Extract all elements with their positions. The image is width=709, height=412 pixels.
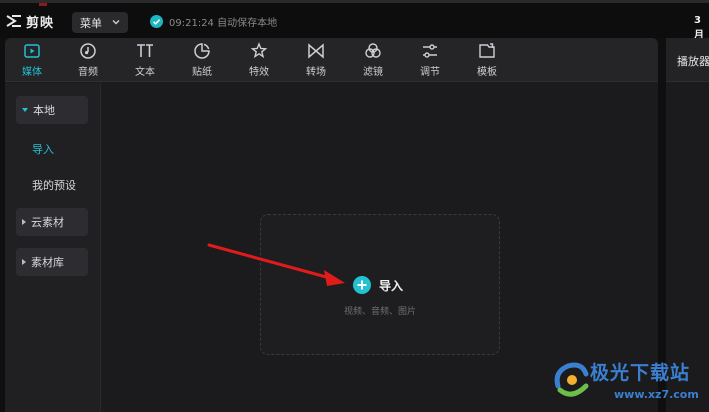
tab-adjust[interactable]: 调节 [410, 42, 450, 80]
tab-filter[interactable]: 滤镜 [353, 42, 393, 80]
title-bar: 剪映 菜单 09:21:24 自动保存本地 3月 [0, 0, 709, 41]
effects-icon [250, 42, 268, 59]
import-hint: 视频、音频、图片 [343, 307, 416, 317]
import-dropzone[interactable]: 导入 视频、音频、图片 [260, 214, 500, 355]
sidebar-item-import[interactable]: 导入 [32, 141, 54, 157]
sidebar-item-label: 素材库 [31, 256, 64, 269]
sidebar-item-cloud[interactable]: 云素材 [16, 208, 88, 236]
tab-transition[interactable]: 转场 [296, 42, 336, 80]
tab-effects[interactable]: 特效 [239, 42, 279, 80]
tab-label: 调节 [420, 67, 440, 78]
app-name: 剪映 [26, 15, 55, 31]
check-circle-icon [150, 15, 163, 28]
menu-button-label: 菜单 [80, 16, 102, 30]
audio-icon [80, 43, 96, 59]
plus-circle-icon [353, 276, 371, 294]
tab-label: 模板 [477, 67, 497, 78]
media-icon [24, 44, 40, 58]
tab-label: 媒体 [22, 67, 42, 78]
import-label: 导入 [379, 278, 404, 293]
asset-toolbar: 媒体 音频 文本 贴纸 特效 转场 滤镜 调节 模板 [5, 38, 658, 82]
caret-right-icon [22, 219, 26, 225]
tab-template[interactable]: 模板 [467, 42, 507, 80]
caret-down-icon [22, 108, 28, 112]
import-button[interactable]: 导入 [353, 276, 403, 294]
watermark-logo-icon [554, 362, 589, 397]
transition-icon [308, 43, 324, 59]
sticker-icon [194, 43, 210, 59]
sidebar-item-label: 本地 [33, 104, 55, 117]
sidebar-item-local[interactable]: 本地 [16, 96, 88, 124]
player-header: 播放器 [666, 38, 709, 82]
media-sidebar: 本地 导入 我的预设 云素材 素材库 [5, 83, 101, 412]
sidebar-item-my-presets[interactable]: 我的预设 [32, 177, 76, 193]
tab-label: 转场 [306, 67, 326, 78]
watermark: 极光下载站 www.xz7.com [552, 354, 708, 410]
template-icon [479, 43, 495, 58]
sidebar-item-library[interactable]: 素材库 [16, 248, 88, 276]
watermark-text: 极光下载站 [590, 362, 691, 384]
app-logo: 剪映 [6, 11, 54, 31]
tab-label: 文本 [135, 67, 155, 78]
tab-label: 特效 [249, 67, 269, 78]
tab-media[interactable]: 媒体 [12, 42, 52, 80]
capcut-logo-icon [6, 15, 21, 27]
tab-label: 音频 [78, 67, 98, 78]
sidebar-item-label: 云素材 [31, 216, 64, 229]
app-window: 剪映 菜单 09:21:24 自动保存本地 3月 媒体 音频 文本 贴纸 特效 … [0, 0, 709, 412]
player-title: 播放器 [677, 55, 709, 68]
caret-right-icon [22, 259, 26, 265]
tab-audio[interactable]: 音频 [68, 42, 108, 80]
tab-label: 贴纸 [192, 67, 212, 78]
tab-label: 滤镜 [363, 67, 383, 78]
tab-sticker[interactable]: 贴纸 [182, 42, 222, 80]
text-icon [137, 44, 153, 57]
chevron-down-icon [112, 20, 120, 25]
filter-icon [365, 43, 381, 58]
autosave-text: 09:21:24 自动保存本地 [169, 18, 278, 29]
menu-button[interactable]: 菜单 [72, 12, 128, 33]
adjust-icon [423, 44, 437, 58]
watermark-url: www.xz7.com [614, 388, 699, 401]
tab-text[interactable]: 文本 [125, 42, 165, 80]
autosave-status: 09:21:24 自动保存本地 [150, 14, 277, 29]
window-edge-mark [39, 3, 47, 6]
